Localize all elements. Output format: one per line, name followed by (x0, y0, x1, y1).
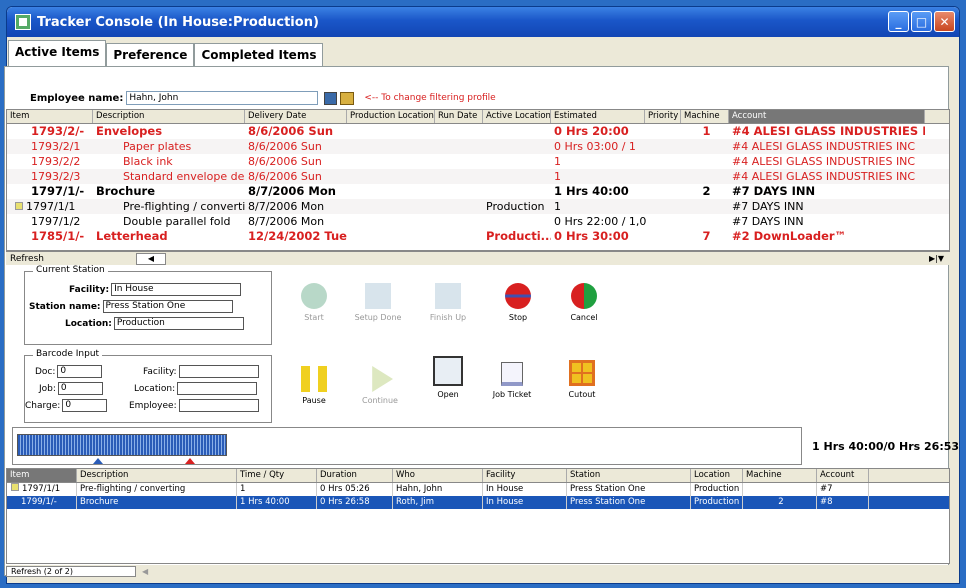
location-field: Production (113, 317, 244, 330)
facility-field: In House (111, 283, 242, 296)
completed-log-grid: Item Description Time / Qty Duration Who… (6, 468, 950, 564)
current-station-panel: Current Station Facility: In House Statio… (24, 265, 272, 345)
table-row[interactable]: 1793/2/1 Paper plates 8/6/2006 Sun 0 Hrs… (7, 139, 949, 154)
open-button[interactable]: Open (418, 356, 478, 399)
people-icon[interactable] (340, 91, 355, 105)
employee-label: Employee name: (30, 92, 124, 104)
tab-active-items[interactable]: Active Items (8, 40, 107, 66)
scroll-right-icon[interactable]: ▶|▼ (929, 254, 950, 263)
charge-input[interactable]: 0 (62, 399, 108, 412)
continue-icon (372, 366, 393, 392)
col-item[interactable]: Item (7, 110, 93, 123)
grid-header: Item Description Time / Qty Duration Who… (7, 469, 949, 483)
stop-button[interactable]: Stop (488, 283, 548, 322)
col-active-location[interactable]: Active Location (483, 110, 551, 123)
minimize-button[interactable]: _ (888, 11, 909, 32)
setup-icon (365, 283, 391, 309)
col-who[interactable]: Who (393, 469, 483, 482)
title-bar[interactable]: Tracker Console (In House:Production) _ … (7, 7, 959, 37)
col-account[interactable]: Account (817, 469, 869, 482)
barcode-location-input[interactable] (177, 382, 258, 395)
col-time-qty[interactable]: Time / Qty (237, 469, 317, 482)
barcode-employee-input[interactable] (178, 399, 259, 412)
col-duration[interactable]: Duration (317, 469, 393, 482)
cutout-button[interactable]: Cutout (552, 360, 612, 399)
setup-done-button[interactable]: Setup Done (348, 283, 408, 322)
finish-icon (435, 283, 461, 309)
active-items-grid: Item Description Delivery Date Productio… (6, 109, 950, 251)
progress-time: 1 Hrs 40:00/0 Hrs 26:53 (812, 440, 960, 453)
tab-preference[interactable]: Preference (106, 43, 195, 66)
col-facility[interactable]: Facility (483, 469, 567, 482)
open-icon (433, 356, 463, 386)
status-marker-icon (11, 483, 19, 491)
status-bar: Refresh (2 of 2) ◀ (6, 565, 950, 577)
doc-input[interactable]: 0 (57, 365, 103, 378)
table-row[interactable]: 1793/2/- Envelopes 8/6/2006 Sun 0 Hrs 20… (7, 124, 949, 139)
cutout-icon (569, 360, 595, 386)
barcode-legend: Barcode Input (33, 349, 103, 359)
col-machine[interactable]: Machine (681, 110, 729, 123)
refresh-button[interactable]: Refresh (6, 254, 136, 264)
start-button[interactable]: Start (284, 283, 344, 322)
job-ticket-icon (501, 362, 523, 386)
filter-hint: <-- To change filtering profile (364, 93, 496, 103)
station-name-field: Press Station One (102, 300, 233, 313)
cancel-icon (571, 283, 597, 309)
grid-header: Item Description Delivery Date Productio… (7, 110, 949, 124)
progress-bar (17, 434, 227, 456)
table-row[interactable]: 1797/1/1 Pre-flighting / converting 1 0 … (7, 483, 949, 496)
job-input[interactable]: 0 (57, 382, 103, 395)
table-row[interactable]: 1799/1/- Brochure 1 Hrs 40:00 0 Hrs 26:5… (7, 496, 949, 509)
col-priority[interactable]: Priority (645, 110, 681, 123)
employee-input[interactable] (126, 91, 319, 105)
barcode-input-panel: Barcode Input Doc: 0 Job: 0 Charge: 0 Facil… (24, 349, 272, 423)
stop-icon (505, 283, 531, 309)
col-station[interactable]: Station (567, 469, 691, 482)
app-icon (15, 14, 31, 30)
col-account[interactable]: Account (729, 110, 925, 123)
progress-marker-icon (93, 458, 103, 464)
grid-refresh-bar: Refresh ◀ ▶|▼ (6, 251, 950, 265)
continue-button[interactable]: Continue (350, 366, 410, 405)
progress-limit-icon (185, 458, 195, 464)
start-icon (301, 283, 327, 309)
employee-filter: Employee name: <-- To change filtering p… (30, 91, 496, 105)
job-ticket-button[interactable]: Job Ticket (482, 362, 542, 399)
col-delivery-date[interactable]: Delivery Date (245, 110, 347, 123)
maximize-button[interactable]: □ (911, 11, 932, 32)
barcode-facility-input[interactable] (178, 365, 259, 378)
pause-button[interactable]: Pause (284, 366, 344, 405)
close-button[interactable]: ✕ (934, 11, 955, 32)
tab-strip: Active Items Preference Completed Items (8, 40, 324, 66)
table-row[interactable]: 1793/2/2 Black ink 8/6/2006 Sun 1 #4 ALE… (7, 154, 949, 169)
col-location[interactable]: Location (691, 469, 743, 482)
table-row[interactable]: 1797/1/1 Pre-flighting / converting 8/7/… (7, 199, 949, 214)
current-station-legend: Current Station (33, 265, 108, 275)
table-row[interactable]: 1797/1/- Brochure 8/7/2006 Mon 1 Hrs 40:… (7, 184, 949, 199)
col-item[interactable]: Item (7, 469, 77, 482)
filter-profile-icon[interactable] (324, 91, 338, 105)
scroll-left-icon[interactable]: ◀ (142, 567, 148, 576)
table-row[interactable]: 1793/2/3 Standard envelope design 8/6/20… (7, 169, 949, 184)
table-row[interactable]: 1797/1/2 Double parallel fold 8/7/2006 M… (7, 214, 949, 229)
col-estimated[interactable]: Estimated (551, 110, 645, 123)
col-machine[interactable]: Machine (743, 469, 817, 482)
col-description[interactable]: Description (93, 110, 245, 123)
cancel-button[interactable]: Cancel (554, 283, 614, 322)
progress-panel (12, 427, 802, 465)
col-run-date[interactable]: Run Date (435, 110, 483, 123)
status-marker-icon (15, 202, 23, 210)
col-production-location[interactable]: Production Location (347, 110, 435, 123)
refresh-count-button[interactable]: Refresh (2 of 2) (6, 565, 136, 577)
scroll-left-icon[interactable]: ◀ (136, 252, 166, 265)
window-title: Tracker Console (In House:Production) (37, 14, 319, 30)
table-row[interactable]: 1785/1/- Letterhead 12/24/2002 Tue Produ… (7, 229, 949, 244)
tab-completed-items[interactable]: Completed Items (194, 43, 324, 66)
finish-up-button[interactable]: Finish Up (418, 283, 478, 322)
col-description[interactable]: Description (77, 469, 237, 482)
pause-icon (301, 366, 327, 392)
